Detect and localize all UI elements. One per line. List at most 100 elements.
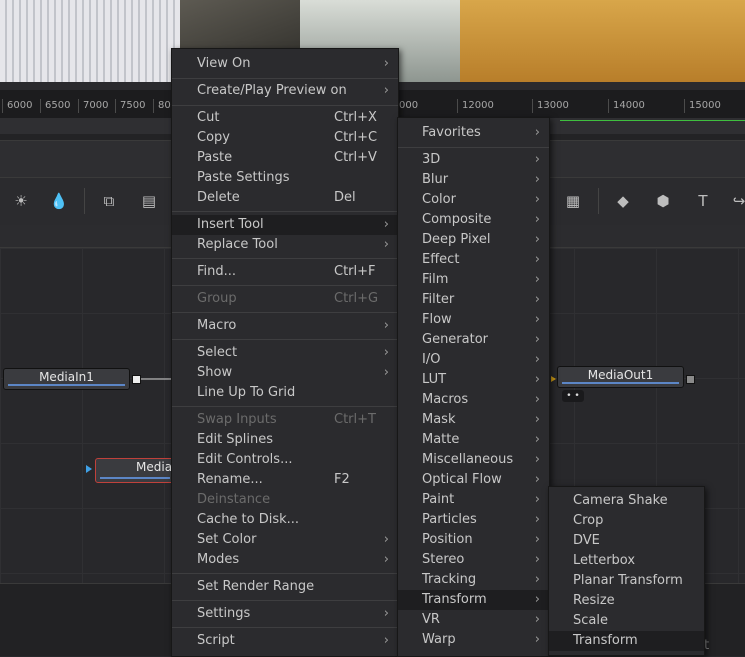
menu-item-find[interactable]: Find... Ctrl+F <box>172 262 398 282</box>
node-status-bar <box>8 384 125 386</box>
submenu-item-film[interactable]: Film › <box>398 270 549 290</box>
channel-boolean-icon[interactable]: ▤ <box>138 190 160 212</box>
submenu-item-favorites[interactable]: Favorites › <box>398 123 549 143</box>
menu-item-set-color[interactable]: Set Color › <box>172 530 398 550</box>
submenu-item-matte[interactable]: Matte › <box>398 430 549 450</box>
submenu-item-flow[interactable]: Flow › <box>398 310 549 330</box>
node-media-in2-selected[interactable]: MediaI <box>95 458 176 483</box>
tool-item-scale[interactable]: Scale <box>549 611 704 631</box>
menu-item-edit-controls[interactable]: Edit Controls... <box>172 450 398 470</box>
shape-icon[interactable]: ◆ <box>612 190 634 212</box>
node-media-out1[interactable]: MediaOut1 <box>557 366 684 388</box>
node-output-port[interactable] <box>132 375 141 384</box>
ruler-tick: 12000 <box>457 99 494 113</box>
submenu-item-lut[interactable]: LUT › <box>398 370 549 390</box>
tool-item-camera-shake[interactable]: Camera Shake <box>549 491 704 511</box>
submenu-item-tracking[interactable]: Tracking › <box>398 570 549 590</box>
menu-separator <box>172 573 398 574</box>
submenu-item-optical-flow[interactable]: Optical Flow › <box>398 470 549 490</box>
menu-item-group: Group Ctrl+G <box>197 291 379 306</box>
more-tools-icon[interactable]: ↪ <box>728 190 745 212</box>
viewer-panel-left <box>0 0 180 82</box>
menu-separator <box>398 147 549 148</box>
menu-item-delete[interactable]: Delete Del <box>172 188 398 208</box>
submenu-item-blur[interactable]: Blur › <box>398 170 549 190</box>
menu-item-insert-tool[interactable]: Insert Tool › <box>172 215 398 235</box>
submenu-item-position[interactable]: Position › <box>398 530 549 550</box>
brightness-icon[interactable]: ☀ <box>10 190 32 212</box>
ruler-tick: 6000 <box>2 99 32 113</box>
ruler-tick: 6500 <box>40 99 70 113</box>
render-range-indicator <box>560 120 745 121</box>
view-indicator-dots[interactable]: • • <box>562 390 584 402</box>
menu-item-cache-to-disk[interactable]: Cache to Disk... <box>172 510 398 530</box>
node-label: MediaIn1 <box>39 370 94 384</box>
viewer-panel-right <box>460 0 745 82</box>
text-3d-icon[interactable]: T <box>692 190 714 212</box>
tool-item-resize[interactable]: Resize <box>549 591 704 611</box>
submenu-item-effect[interactable]: Effect › <box>398 250 549 270</box>
menu-separator <box>172 78 398 79</box>
submenu-item-color[interactable]: Color › <box>398 190 549 210</box>
submenu-item-transform[interactable]: Transform › <box>398 590 549 610</box>
menu-separator <box>172 312 398 313</box>
menu-item-line-up-to-grid[interactable]: Line Up To Grid <box>172 383 398 403</box>
menu-item-set-render-range[interactable]: Set Render Range <box>172 577 398 597</box>
menu-separator <box>172 339 398 340</box>
menu-item-macro[interactable]: Macro › <box>172 316 398 336</box>
menu-item-script[interactable]: Script › <box>172 631 398 651</box>
submenu-item-stereo[interactable]: Stereo › <box>398 550 549 570</box>
ruler-tick: 80 <box>153 99 171 113</box>
tool-item-letterbox[interactable]: Letterbox <box>549 551 704 571</box>
menu-separator <box>172 258 398 259</box>
menu-item-show[interactable]: Show › <box>172 363 398 383</box>
menu-item-select[interactable]: Select › <box>172 343 398 363</box>
shape3d-icon[interactable]: ⬢ <box>652 190 674 212</box>
submenu-item-miscellaneous[interactable]: Miscellaneous › <box>398 450 549 470</box>
menu-item-rename[interactable]: Rename... F2 <box>172 470 398 490</box>
color-drop-icon[interactable]: 💧 <box>48 190 70 212</box>
ruler-tick: 7500 <box>115 99 145 113</box>
menu-separator <box>172 600 398 601</box>
tool-item-dve[interactable]: DVE <box>549 531 704 551</box>
submenu-item-composite[interactable]: Composite › <box>398 210 549 230</box>
ruler-tick: 15000 <box>684 99 721 113</box>
tool-item-planar-transform[interactable]: Planar Transform <box>549 571 704 591</box>
ruler-tick: 7000 <box>78 99 108 113</box>
node-input-port[interactable] <box>686 375 695 384</box>
menu-item-cut[interactable]: Cut Ctrl+X <box>172 108 398 128</box>
menu-item-paste[interactable]: Paste Ctrl+V <box>172 148 398 168</box>
menu-item-paste-settings[interactable]: Paste Settings <box>172 168 398 188</box>
menu-separator <box>172 105 398 106</box>
render-icon[interactable]: ▦ <box>562 190 584 212</box>
menu-separator <box>172 285 398 286</box>
menu-item-settings[interactable]: Settings › <box>172 604 398 624</box>
menu-item-swap-inputs: Swap Inputs Ctrl+T <box>197 412 376 427</box>
node-status-bar <box>100 477 170 479</box>
submenu-item-generator[interactable]: Generator › <box>398 330 549 350</box>
node-status-bar <box>562 382 679 384</box>
submenu-item-deep-pixel[interactable]: Deep Pixel › <box>398 230 549 250</box>
submenu-item-paint[interactable]: Paint › <box>398 490 549 510</box>
submenu-item-warp[interactable]: Warp › <box>398 630 549 650</box>
node-media-in1[interactable]: MediaIn1 <box>3 368 130 390</box>
toolbar-divider <box>598 188 599 214</box>
node-label: MediaI <box>136 460 176 474</box>
menu-item-copy[interactable]: Copy Ctrl+C <box>172 128 398 148</box>
menu-item-deinstance: Deinstance <box>197 492 271 507</box>
menu-item-replace-tool[interactable]: Replace Tool › <box>172 235 398 255</box>
tool-item-crop[interactable]: Crop <box>549 511 704 531</box>
submenu-item-macros[interactable]: Macros › <box>398 390 549 410</box>
menu-item-view-on[interactable]: View On › <box>172 54 398 74</box>
submenu-item-3d[interactable]: 3D › <box>398 150 549 170</box>
submenu-item-particles[interactable]: Particles › <box>398 510 549 530</box>
submenu-item-mask[interactable]: Mask › <box>398 410 549 430</box>
menu-item-create-play-preview[interactable]: Create/Play Preview on › <box>172 81 398 101</box>
submenu-item-io[interactable]: I/O › <box>398 350 549 370</box>
merge-icon[interactable]: ⧉ <box>98 190 120 212</box>
tool-item-transform[interactable]: Transform <box>549 631 704 651</box>
submenu-item-filter[interactable]: Filter › <box>398 290 549 310</box>
menu-item-modes[interactable]: Modes › <box>172 550 398 570</box>
submenu-item-vr[interactable]: VR › <box>398 610 549 630</box>
menu-item-edit-splines[interactable]: Edit Splines <box>172 430 398 450</box>
